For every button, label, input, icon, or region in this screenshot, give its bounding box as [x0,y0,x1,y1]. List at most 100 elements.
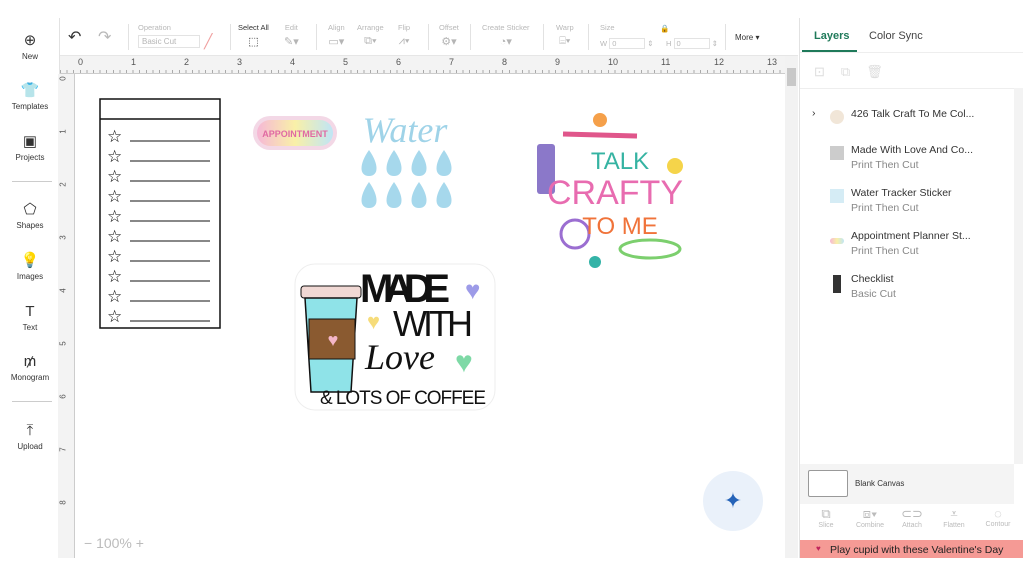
divider [800,52,1023,53]
checklist-image[interactable]: ☆☆☆☆☆☆☆☆☆☆ [99,98,221,329]
flip-button[interactable]: Flip ⩘▾ [398,23,410,48]
offset-icon: ⚙▾ [441,36,457,48]
divider [12,181,52,182]
layer-thumbnail [830,110,844,124]
svg-text:TO ME: TO ME [582,213,658,240]
divider [428,24,429,50]
canvas-swatch[interactable] [808,470,848,497]
slice-button[interactable]: ⧉ Slice [806,506,846,529]
svg-text:CRAFTY: CRAFTY [547,174,683,212]
left-sidebar: ⊕ New 👕 Templates ▣ Projects ⬠ Shapes 💡 Image… [0,18,60,558]
scrollbar-thumb[interactable] [787,68,796,86]
ruler-label: 7 [449,57,455,67]
shirt-icon: 👕 [20,82,40,99]
combine-icon: ⧈▾ [862,506,878,521]
flatten-button[interactable]: ⩡ Flatten [934,506,974,529]
svg-text:♥: ♥ [455,346,473,379]
vertical-scrollbar[interactable] [785,56,798,558]
zoom-in-button[interactable]: + [136,535,144,551]
group-icon[interactable]: ⊡ [814,64,841,79]
layer-thumbnail [833,275,841,293]
flip-icon: ⩘▾ [398,35,410,47]
ruler-label: 5 [343,57,349,67]
ruler-label: 1 [58,129,68,134]
undo-button[interactable]: ↶ [68,27,81,47]
divider [588,24,589,50]
more-button[interactable]: More ▾ [735,33,759,42]
sidebar-item-monogram[interactable]: ₥ Monogram [0,353,60,382]
width-field[interactable]: W 0 ⇕ [600,38,654,49]
ruler-label: 7 [58,447,68,452]
ruler-label: 0 [58,76,68,81]
svg-text:Water: Water [363,110,449,150]
chevron-right-icon[interactable]: › [812,107,816,119]
blank-canvas-row[interactable]: Blank Canvas [800,464,1014,504]
ruler-label: 4 [58,288,68,293]
edit-button[interactable]: Edit ✎▾ [284,23,299,48]
divider [470,24,471,50]
lock-icon[interactable]: 🔒 [660,24,669,33]
offset-button[interactable]: Offset ⚙▾ [439,23,459,48]
ruler-label: 2 [184,57,190,67]
delete-icon[interactable]: 🗑 [866,64,899,79]
arrange-button[interactable]: Arrange ⧉▾ [357,23,384,48]
color-swatch[interactable]: ╱ [204,33,212,50]
sidebar-item-text[interactable]: T Text [0,303,60,332]
shapes-icon: ⬠ [23,201,37,218]
warp-button[interactable]: Warp ⌸▾ [556,23,574,48]
layers-scrollbar[interactable] [1014,88,1023,464]
create-sticker-button[interactable]: Create Sticker ◔▾ [482,23,530,48]
duplicate-icon[interactable]: ⧉ [841,64,866,79]
sidebar-item-new[interactable]: ⊕ New [0,32,60,61]
ruler-label: 1 [131,57,137,67]
water-tracker-sticker[interactable]: Water [361,110,452,208]
svg-text:& LOTS OF COFFEE: & LOTS OF COFFEE [320,388,486,409]
ruler-label: 13 [767,57,778,67]
tab-layers[interactable]: Layers [814,30,849,42]
operation-select[interactable]: Operation Basic Cut [138,23,200,48]
canvas-artwork: ☆☆☆☆☆☆☆☆☆☆ APPOINTMENT Water TALK CRAFTY… [99,98,700,411]
sidebar-item-upload[interactable]: ⤒ Upload [0,422,60,451]
zoom-out-button[interactable]: − [84,535,92,551]
zoom-level: 100% [96,535,132,551]
star-icon: ☆ [107,307,122,326]
made-with-love-sticker[interactable]: ♥ MADE WITH Love ♥ ♥ ♥ & LOTS OF COFFEE [294,263,496,411]
svg-text:♥: ♥ [367,309,380,334]
sidebar-item-templates[interactable]: 👕 Templates [0,82,60,111]
star-icon: ☆ [107,287,122,306]
star-icon: ☆ [107,267,122,286]
talk-crafty-to-me-image[interactable]: TALK CRAFTY TO ME [537,109,700,269]
horizontal-ruler: 0 1 2 3 4 5 6 7 8 9 10 11 12 13 [60,56,786,74]
divider [543,24,544,50]
slice-icon: ⧉ [821,506,831,521]
sparkle-icon: ✦ [723,488,743,513]
star-icon: ☆ [107,167,122,186]
bottom-tools: ⧉ Slice ⧈▾ Combine ⊂⊃ Attach ⩡ Flatten ◌ Cont… [800,504,1014,540]
divider [128,24,129,50]
redo-button[interactable]: ↷ [98,27,111,47]
ai-assistant-button[interactable]: ✦ [703,471,763,531]
appointment-sticker[interactable]: APPOINTMENT [253,116,337,150]
combine-button[interactable]: ⧈▾ Combine [850,506,890,529]
height-field[interactable]: H 0 ⇕ [666,38,718,49]
select-all-button[interactable]: Select All ⬚ [238,23,269,48]
align-button[interactable]: Align ▭▾ [328,23,345,48]
design-canvas[interactable]: ☆ ☆ ☆ ☆ ☆ ☆ ☆ ☆ ☆ ☆ APPOINTMENT Water TALK CRAFTY… [75,74,785,558]
attach-button[interactable]: ⊂⊃ Attach [892,506,932,529]
sidebar-item-images[interactable]: 💡 Images [0,252,60,281]
svg-text:♥: ♥ [328,330,339,350]
layer-thumbnail [830,146,844,160]
contour-icon: ◌ [994,506,1002,521]
vertical-ruler: 0 1 2 3 4 5 6 7 8 [58,74,75,558]
ruler-label: 6 [58,394,68,399]
tab-color-sync[interactable]: Color Sync [869,30,923,42]
svg-text:APPOINTMENT: APPOINTMENT [262,129,328,139]
paperclip-icon: ⊂⊃ [901,506,923,521]
water-drop-icon [361,150,377,176]
sidebar-item-projects[interactable]: ▣ Projects [0,133,60,162]
contour-button[interactable]: ◌ Contour [978,506,1018,528]
ruler-label: 11 [661,57,671,67]
heart-icon: ♥ [816,544,821,553]
sidebar-item-shapes[interactable]: ⬠ Shapes [0,201,60,230]
promo-banner[interactable]: ♥ Play cupid with these Valentine's Day [800,540,1023,558]
